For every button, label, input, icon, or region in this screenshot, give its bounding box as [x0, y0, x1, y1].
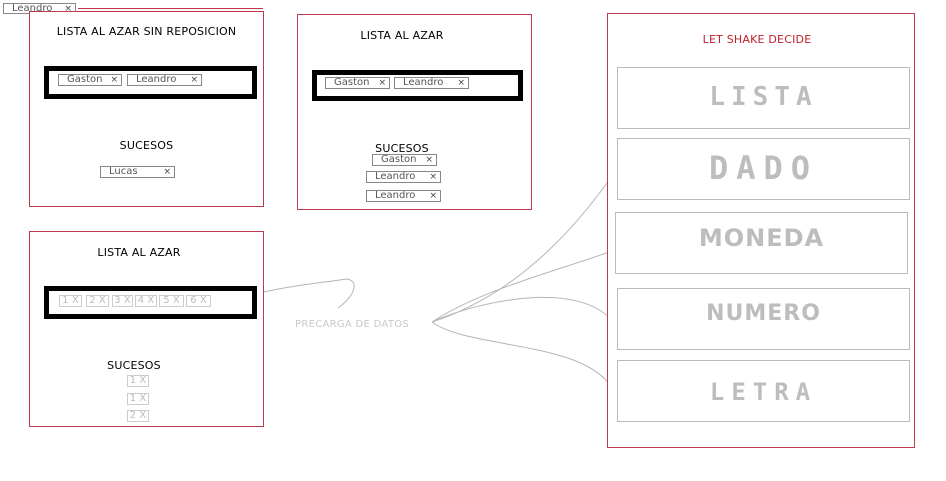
panel-title: LET SHAKE DECIDE: [702, 33, 812, 46]
connector-curve: [431, 297, 614, 323]
connector-curve: [431, 175, 613, 323]
option-label: LETRA: [709, 378, 818, 406]
connector-curve: [263, 278, 355, 309]
option-label: DADO: [708, 149, 819, 187]
connector-curve: [431, 321, 615, 393]
option-letra[interactable]: LETRA: [617, 360, 910, 422]
panel-let-shake-decide: LET SHAKE DECIDE LISTA DADO MONEDA NUMER…: [607, 13, 915, 448]
option-lista[interactable]: LISTA: [617, 67, 910, 129]
option-label: NUMERO: [706, 301, 821, 326]
option-moneda[interactable]: MONEDA: [615, 212, 908, 274]
option-label: LISTA: [709, 82, 818, 112]
option-label: MONEDA: [698, 224, 825, 252]
option-numero[interactable]: NUMERO: [617, 288, 910, 350]
option-dado[interactable]: DADO: [617, 138, 910, 200]
precarga-label: PRECARGA DE DATOS: [295, 319, 410, 330]
